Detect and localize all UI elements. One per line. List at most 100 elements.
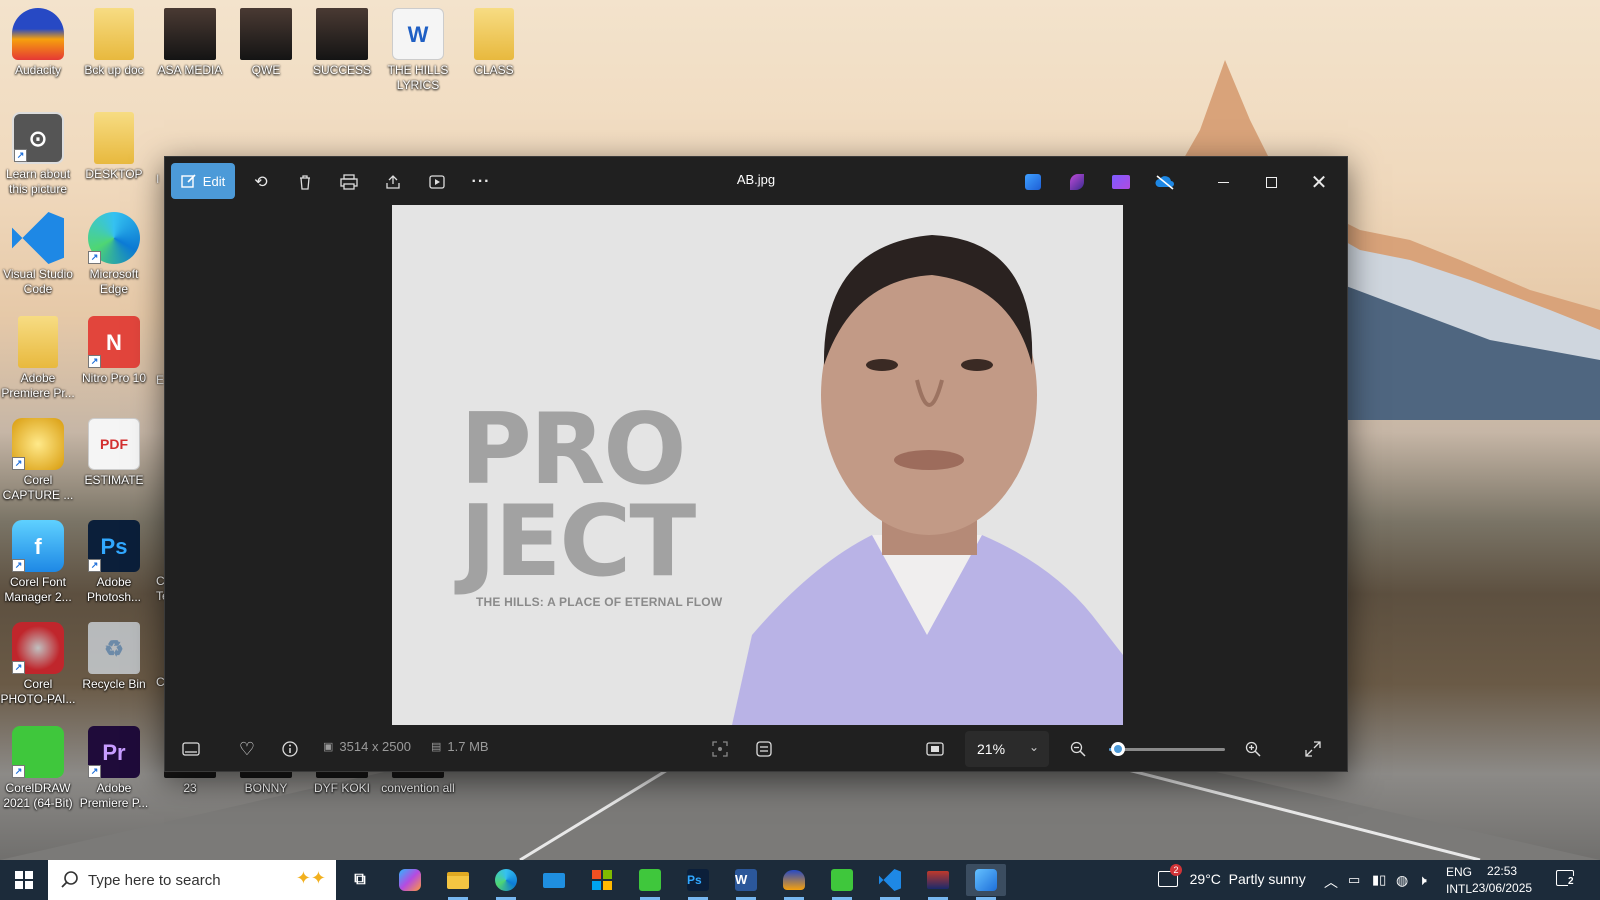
zoom-in-button[interactable] xyxy=(1241,737,1265,761)
volume-icon[interactable]: 🕨 xyxy=(1418,872,1427,889)
info-icon xyxy=(282,741,298,757)
word-taskbar-button[interactable]: W xyxy=(726,864,766,900)
chevron-up-icon: ︿ xyxy=(1324,874,1338,890)
fullscreen-button[interactable] xyxy=(1301,737,1325,761)
image-file-icon xyxy=(927,871,949,889)
show-hidden-icons-button[interactable]: ︿ xyxy=(1324,872,1338,892)
photo-viewer-taskbar-button[interactable] xyxy=(918,864,958,900)
fit-screen-icon xyxy=(926,742,944,756)
input-language-indicator[interactable]: ENG INTL xyxy=(1446,864,1472,898)
desktop-icon-label: Learn about this picture xyxy=(5,167,71,196)
battery-icon[interactable]: ▮▯ xyxy=(1372,872,1386,888)
onedrive-button[interactable] xyxy=(1147,165,1183,199)
desktop-icon[interactable]: ⊙ ↗ Learn about this picture xyxy=(0,112,76,197)
desktop-icon[interactable]: ↗ Microsoft Edge xyxy=(76,212,152,297)
taskbar-clock[interactable]: 22:53 23/06/2025 xyxy=(1472,863,1532,897)
folder-icon xyxy=(94,112,134,164)
zoom-slider-thumb[interactable] xyxy=(1111,742,1126,756)
desktop-icon[interactable]: ↗ Visual Studio Code xyxy=(0,212,76,297)
zoom-out-button[interactable] xyxy=(1066,737,1090,761)
weather-widget[interactable]: 2 29°C Partly sunny xyxy=(1158,864,1306,887)
desktop-icon[interactable]: f ↗ Corel Font Manager 2... xyxy=(0,520,76,605)
corel-capture-icon: ↗ xyxy=(12,418,64,470)
desktop-icon[interactable]: ↗ Corel PHOTO-PAI... xyxy=(0,622,76,707)
meet-now-icon[interactable]: ▭ xyxy=(1348,872,1360,888)
desktop-icon[interactable]: ↗ Corel CAPTURE ... xyxy=(0,418,76,503)
desktop-icon[interactable]: Pr ↗ Adobe Premiere P... xyxy=(76,726,152,811)
desktop-icon[interactable]: SUCCESS xyxy=(304,8,380,78)
recycle-bin-icon: ♻ xyxy=(88,622,140,674)
favorite-button[interactable]: ♡ xyxy=(235,737,259,761)
microsoft-store-button[interactable] xyxy=(582,864,622,896)
shortcut-arrow-icon: ↗ xyxy=(12,765,25,778)
desktop-icon[interactable]: CLASS xyxy=(456,8,532,78)
designer-button[interactable] xyxy=(1015,165,1051,199)
coreldraw-taskbar-button[interactable] xyxy=(630,864,670,900)
word-icon: W xyxy=(735,869,757,891)
desktop-icon[interactable]: QWE xyxy=(228,8,304,78)
taskbar-search-box[interactable]: Type here to search ✦✦ xyxy=(48,860,336,900)
text-extract-button[interactable] xyxy=(752,737,776,761)
onedrive-offline-icon xyxy=(1155,175,1174,190)
clipchamp-button[interactable] xyxy=(1059,165,1095,199)
desktop-icon[interactable]: ♻ Recycle Bin xyxy=(76,622,152,692)
desktop-icon[interactable]: Adobe Premiere Pr... xyxy=(0,316,76,401)
desktop-icon[interactable]: W THE HILLS LYRICS xyxy=(380,8,456,93)
desktop-icon[interactable]: ↗ CorelDRAW 2021 (64-Bit) xyxy=(0,726,76,811)
crop-region-button[interactable] xyxy=(708,737,732,761)
file-info-button[interactable] xyxy=(278,737,302,761)
desktop-icon[interactable]: Bck up doc xyxy=(76,8,152,78)
vscode-taskbar-button[interactable] xyxy=(870,864,910,900)
desktop-icon-label: 23 xyxy=(183,781,197,795)
keyboard-layout: INTL xyxy=(1446,882,1473,896)
clock-date: 23/06/2025 xyxy=(1472,881,1533,895)
photo-canvas[interactable]: PRO JECT THE HILLS: A PLACE OF ETERNAL F… xyxy=(392,205,1123,725)
search-highlight-icon: ✦✦ xyxy=(295,868,326,888)
filmstrip-toggle-button[interactable] xyxy=(179,737,203,761)
image-file-icon xyxy=(240,8,292,60)
fit-to-window-button[interactable] xyxy=(923,737,947,761)
task-view-button[interactable]: ⧉ xyxy=(340,864,380,896)
zoom-slider[interactable] xyxy=(1109,742,1225,756)
maximize-button[interactable] xyxy=(1253,165,1289,199)
desktop-icon[interactable]: Audacity xyxy=(0,8,76,78)
copilot-button[interactable] xyxy=(390,864,430,896)
desktop-icon[interactable]: N ↗ Nitro Pro 10 xyxy=(76,316,152,386)
image-file-icon xyxy=(316,8,368,60)
search-icon xyxy=(61,871,78,888)
dimensions-text: 3514 x 2500 xyxy=(339,739,411,754)
close-button[interactable]: ✕ xyxy=(1301,165,1337,199)
edge-taskbar-button[interactable] xyxy=(486,864,526,900)
desktop-icon-label: DESKTOP xyxy=(85,167,143,181)
dimensions-icon: ▣ xyxy=(323,741,334,753)
coreldraw-2-taskbar-button[interactable] xyxy=(822,864,862,900)
clipchamp-icon xyxy=(1070,174,1084,190)
video-editor-button[interactable] xyxy=(1103,165,1139,199)
desktop-icon[interactable]: Ps ↗ Adobe Photosh... xyxy=(76,520,152,605)
mail-button[interactable] xyxy=(534,864,574,896)
network-globe-icon[interactable]: ◍ xyxy=(1396,872,1408,889)
desktop-icon-label: DYF KOKI xyxy=(313,781,370,795)
desktop-icon[interactable]: PDF ESTIMATE xyxy=(76,418,152,488)
photos-icon xyxy=(975,869,997,891)
filmstrip-icon xyxy=(182,742,200,756)
close-icon: ✕ xyxy=(1310,171,1328,194)
desktop-icon[interactable]: DESKTOP xyxy=(76,112,152,182)
audacity-taskbar-button[interactable] xyxy=(774,864,814,900)
notification-center-button[interactable]: 2 xyxy=(1556,870,1574,889)
zoom-level-dropdown[interactable]: 21% ⌄ xyxy=(965,731,1049,767)
premiere-icon: Pr ↗ xyxy=(88,726,140,778)
photoshop-taskbar-button[interactable]: Ps xyxy=(678,864,718,900)
zoom-in-icon xyxy=(1245,741,1261,757)
region-select-icon xyxy=(712,741,728,757)
clock-time: 22:53 xyxy=(1487,864,1518,878)
file-explorer-button[interactable] xyxy=(438,864,478,900)
nitro-icon: N ↗ xyxy=(88,316,140,368)
desktop-icon[interactable]: ASA MEDIA xyxy=(152,8,228,78)
start-button[interactable] xyxy=(0,860,48,900)
shortcut-arrow-icon: ↗ xyxy=(88,559,101,572)
photos-taskbar-button[interactable] xyxy=(966,864,1006,900)
notification-count: 2 xyxy=(1568,876,1574,887)
minimize-button[interactable] xyxy=(1205,165,1241,199)
shortcut-arrow-icon: ↗ xyxy=(12,661,25,674)
